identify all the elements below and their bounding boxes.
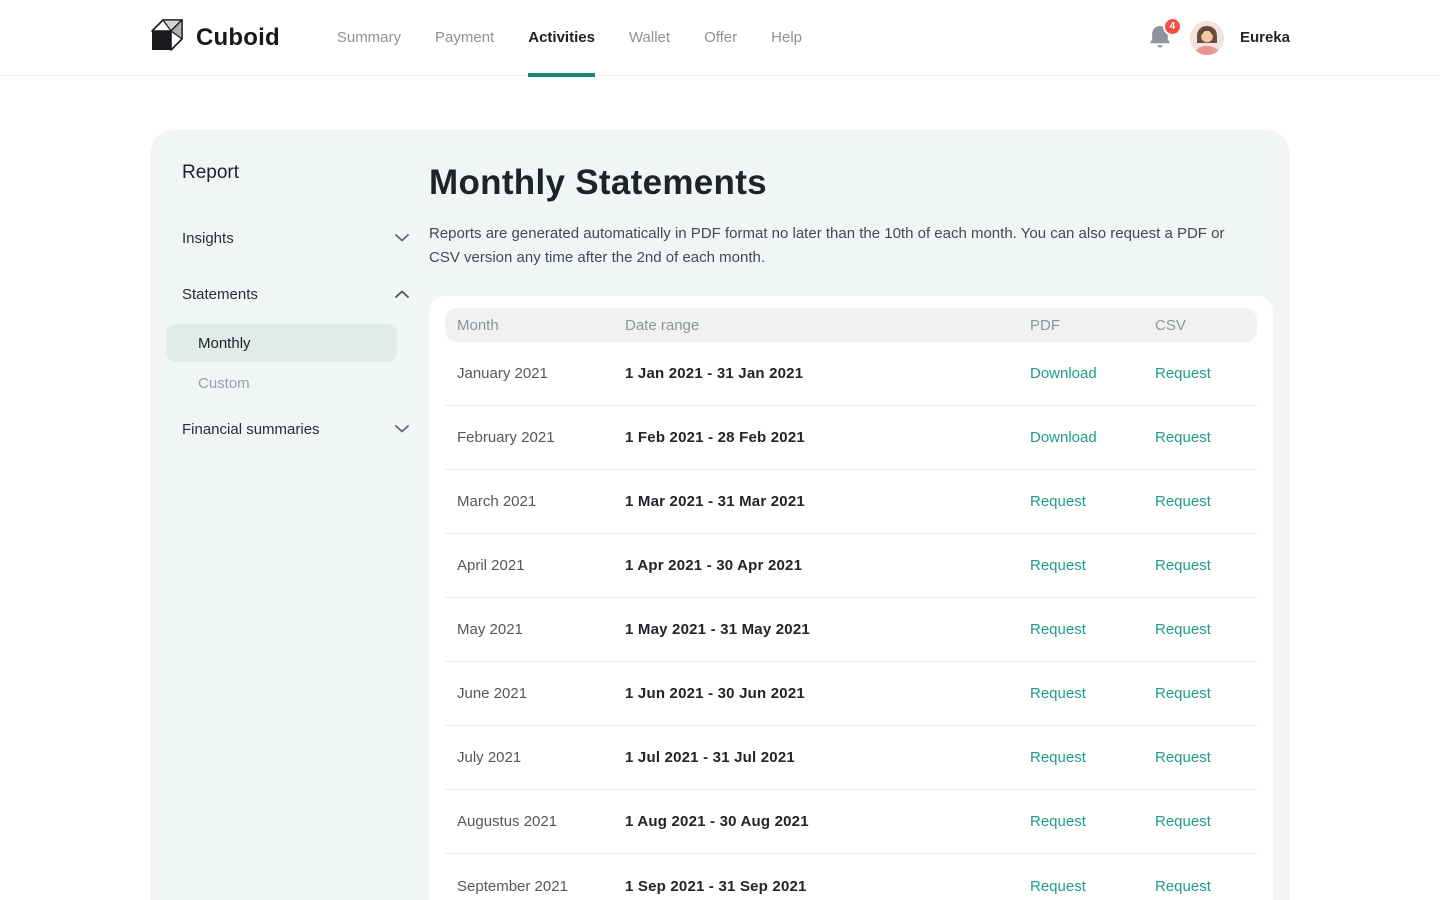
nav-item-activities[interactable]: Activities bbox=[511, 0, 612, 76]
csv-link[interactable]: Request bbox=[1155, 813, 1211, 830]
table-body: January 2021 1 Jan 2021 - 31 Jan 2021 Do… bbox=[445, 342, 1257, 900]
statements-table: Month Date range PDF CSV January 2021 1 … bbox=[429, 296, 1273, 900]
pdf-link[interactable]: Request bbox=[1030, 685, 1086, 702]
nav-item-wallet[interactable]: Wallet bbox=[612, 0, 687, 76]
cell-range: 1 Jun 2021 - 30 Jun 2021 bbox=[625, 685, 1030, 702]
chevron-down-icon bbox=[395, 229, 409, 247]
cell-range: 1 Sep 2021 - 31 Sep 2021 bbox=[625, 878, 1030, 895]
csv-link[interactable]: Request bbox=[1155, 749, 1211, 766]
brand-logo[interactable]: Cuboid bbox=[150, 18, 280, 57]
page-title: Monthly Statements bbox=[429, 160, 1273, 206]
pdf-link[interactable]: Request bbox=[1030, 813, 1086, 830]
cell-month: May 2021 bbox=[457, 621, 625, 638]
notification-badge: 4 bbox=[1163, 17, 1182, 36]
sidebar-section-insights[interactable]: Insights bbox=[182, 228, 409, 248]
table-row: September 2021 1 Sep 2021 - 31 Sep 2021 … bbox=[445, 854, 1257, 900]
brand-name: Cuboid bbox=[196, 24, 280, 52]
cell-range: 1 Feb 2021 - 28 Feb 2021 bbox=[625, 429, 1030, 446]
table-row: May 2021 1 May 2021 - 31 May 2021 Reques… bbox=[445, 598, 1257, 662]
user-name[interactable]: Eureka bbox=[1240, 29, 1290, 46]
csv-link[interactable]: Request bbox=[1155, 365, 1211, 382]
column-header-month: Month bbox=[457, 317, 625, 334]
table-row: July 2021 1 Jul 2021 - 31 Jul 2021 Reque… bbox=[445, 726, 1257, 790]
active-tab-underline bbox=[528, 73, 595, 77]
cell-month: February 2021 bbox=[457, 429, 625, 446]
cuboid-logo-icon bbox=[150, 18, 184, 57]
pdf-link[interactable]: Download bbox=[1030, 365, 1097, 382]
table-row: April 2021 1 Apr 2021 - 30 Apr 2021 Requ… bbox=[445, 534, 1257, 598]
table-header-row: Month Date range PDF CSV bbox=[445, 308, 1257, 342]
cell-month: July 2021 bbox=[457, 749, 625, 766]
table-row: March 2021 1 Mar 2021 - 31 Mar 2021 Requ… bbox=[445, 470, 1257, 534]
csv-link[interactable]: Request bbox=[1155, 878, 1211, 895]
table-row: Augustus 2021 1 Aug 2021 - 30 Aug 2021 R… bbox=[445, 790, 1257, 854]
nav-item-offer[interactable]: Offer bbox=[687, 0, 754, 76]
csv-link[interactable]: Request bbox=[1155, 621, 1211, 638]
cell-range: 1 Jan 2021 - 31 Jan 2021 bbox=[625, 365, 1030, 382]
chevron-up-icon bbox=[395, 285, 409, 303]
top-bar: Cuboid Summary Payment Activities Wallet… bbox=[0, 0, 1440, 76]
sidebar-item-custom[interactable]: Custom bbox=[182, 375, 409, 392]
column-header-date-range: Date range bbox=[625, 317, 1030, 334]
sidebar-title: Report bbox=[182, 162, 409, 184]
csv-link[interactable]: Request bbox=[1155, 557, 1211, 574]
column-header-pdf: PDF bbox=[1030, 317, 1155, 334]
cell-range: 1 Jul 2021 - 31 Jul 2021 bbox=[625, 749, 1030, 766]
pdf-link[interactable]: Download bbox=[1030, 429, 1097, 446]
avatar[interactable] bbox=[1190, 21, 1224, 55]
report-sidebar: Report Insights Statements Monthly Custo… bbox=[150, 130, 429, 900]
csv-link[interactable]: Request bbox=[1155, 493, 1211, 510]
page-description: Reports are generated automatically in P… bbox=[429, 222, 1241, 270]
notifications-button[interactable]: 4 bbox=[1148, 24, 1174, 51]
main-nav: Summary Payment Activities Wallet Offer … bbox=[320, 0, 819, 76]
csv-link[interactable]: Request bbox=[1155, 429, 1211, 446]
nav-item-payment[interactable]: Payment bbox=[418, 0, 511, 76]
cell-month: January 2021 bbox=[457, 365, 625, 382]
cell-range: 1 May 2021 - 31 May 2021 bbox=[625, 621, 1030, 638]
cell-range: 1 Apr 2021 - 30 Apr 2021 bbox=[625, 557, 1030, 574]
cell-month: Augustus 2021 bbox=[457, 813, 625, 830]
sidebar-nav: Insights Statements Monthly Custom Finan… bbox=[182, 228, 409, 439]
pdf-link[interactable]: Request bbox=[1030, 878, 1086, 895]
nav-item-help[interactable]: Help bbox=[754, 0, 819, 76]
table-row: January 2021 1 Jan 2021 - 31 Jan 2021 Do… bbox=[445, 342, 1257, 406]
table-row: June 2021 1 Jun 2021 - 30 Jun 2021 Reque… bbox=[445, 662, 1257, 726]
cell-range: 1 Aug 2021 - 30 Aug 2021 bbox=[625, 813, 1030, 830]
bell-icon bbox=[1148, 38, 1172, 55]
nav-item-summary[interactable]: Summary bbox=[320, 0, 418, 76]
sidebar-section-statements[interactable]: Statements bbox=[182, 284, 409, 304]
cell-month: June 2021 bbox=[457, 685, 625, 702]
table-row: February 2021 1 Feb 2021 - 28 Feb 2021 D… bbox=[445, 406, 1257, 470]
cell-month: September 2021 bbox=[457, 878, 625, 895]
pdf-link[interactable]: Request bbox=[1030, 749, 1086, 766]
pdf-link[interactable]: Request bbox=[1030, 557, 1086, 574]
cell-range: 1 Mar 2021 - 31 Mar 2021 bbox=[625, 493, 1030, 510]
pdf-link[interactable]: Request bbox=[1030, 493, 1086, 510]
cell-month: March 2021 bbox=[457, 493, 625, 510]
cell-month: April 2021 bbox=[457, 557, 625, 574]
pdf-link[interactable]: Request bbox=[1030, 621, 1086, 638]
header-right: 4 Eureka bbox=[1148, 21, 1290, 55]
chevron-down-icon bbox=[395, 420, 409, 438]
content-card: Report Insights Statements Monthly Custo… bbox=[150, 130, 1290, 900]
column-header-csv: CSV bbox=[1155, 317, 1245, 334]
main-panel: Monthly Statements Reports are generated… bbox=[429, 130, 1290, 900]
sidebar-item-monthly[interactable]: Monthly bbox=[166, 324, 397, 362]
csv-link[interactable]: Request bbox=[1155, 685, 1211, 702]
sidebar-section-financial-summaries[interactable]: Financial summaries bbox=[182, 419, 409, 439]
